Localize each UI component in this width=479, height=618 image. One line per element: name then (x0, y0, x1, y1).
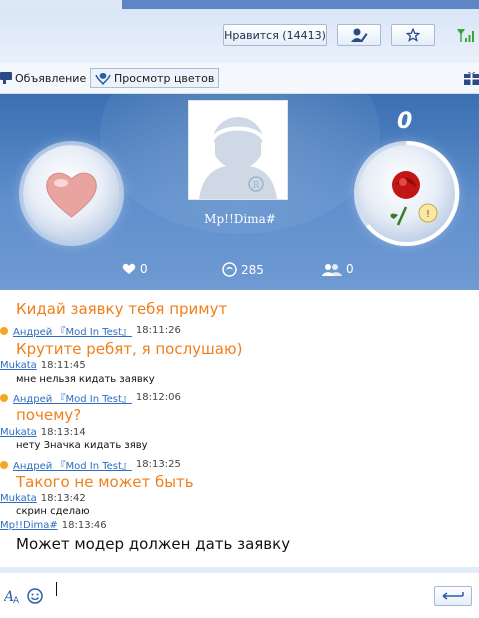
signal-icon (457, 29, 474, 42)
room-toolbar: Объявление Просмотр цветов (0, 63, 479, 94)
chat-time: 18:13:46 (61, 520, 107, 531)
room-nickname: Mp!!Dima# (204, 212, 276, 226)
heart-icon (46, 172, 97, 218)
chat-message: почему? (16, 406, 82, 424)
chat-time: 18:13:42 (40, 493, 86, 504)
chat-meta: Mukata 18:11:45 (0, 360, 86, 371)
chat-time: 18:13:25 (135, 459, 181, 470)
members-count: 0 (346, 262, 354, 276)
chat-username[interactable]: Андрей 『Mod In Test』 (13, 457, 132, 472)
heart-small-icon (122, 263, 136, 274)
send-button[interactable] (434, 586, 472, 606)
chat-meta: Андрей 『Mod In Test』 18:11:26 (0, 323, 181, 338)
members-stat: 0 (322, 262, 354, 276)
chat-username[interactable]: Mukata (0, 360, 37, 371)
chat-message: Такого не может быть (16, 473, 194, 491)
moderator-badge-icon (0, 326, 8, 335)
chat-username[interactable]: Андрей 『Mod In Test』 (13, 390, 132, 405)
chat-time: 18:12:06 (135, 392, 181, 403)
chat-meta: Андрей 『Mod In Test』 18:13:25 (0, 457, 181, 472)
message-input[interactable] (56, 582, 57, 596)
hearts-stat: 0 (122, 262, 148, 276)
heart-orb[interactable] (23, 145, 120, 242)
message-input-bar: A A (0, 573, 479, 618)
chat-meta: Андрей 『Mod In Test』 18:12:06 (0, 390, 181, 405)
chat-username[interactable]: Mp!!Dima# (0, 520, 58, 531)
chat-username[interactable]: Mukata (0, 493, 37, 504)
room-banner: R Mp!!Dima# 0 ! 0 285 0 (0, 94, 479, 290)
view-flowers-label: Просмотр цветов (114, 71, 215, 85)
flower-icon (95, 73, 111, 85)
chat-time: 18:11:26 (135, 325, 181, 336)
top-strip-accent (122, 0, 479, 9)
avatar[interactable]: R (188, 100, 288, 200)
send-icon (442, 592, 464, 600)
announcement-icon (0, 72, 12, 84)
announcement-label: Объявление (15, 71, 87, 85)
user-edit-button[interactable] (337, 24, 381, 46)
chat-time: 18:11:45 (40, 360, 86, 371)
chat-meta: Mukata 18:13:42 (0, 493, 86, 504)
chat-message: скрин сделаю (16, 506, 90, 517)
chat-meta: Mukata 18:13:14 (0, 427, 86, 438)
chat-username[interactable]: Андрей 『Mod In Test』 (13, 323, 132, 338)
view-flowers-button[interactable]: Просмотр цветов (90, 68, 220, 88)
hearts-count: 0 (140, 262, 148, 276)
gift-icon[interactable] (464, 70, 479, 85)
user-edit-icon (351, 28, 368, 42)
top-bar: Нравится (14413) (0, 0, 479, 64)
likes-button-label: Нравится (14413) (224, 28, 326, 42)
chat-time: 18:13:14 (40, 427, 86, 438)
rose-small-icon (222, 262, 237, 277)
favorite-button[interactable] (391, 24, 435, 46)
moderator-badge-icon (0, 393, 8, 402)
members-icon (322, 263, 342, 276)
gift-count: 0 (397, 109, 413, 134)
svg-text:!: ! (426, 209, 430, 220)
likes-button[interactable]: Нравится (14413) (223, 24, 327, 46)
rose-icon: ! (390, 171, 438, 226)
announcement-button[interactable]: Объявление (0, 68, 86, 88)
chat-meta: Mp!!Dima# 18:13:46 (0, 520, 107, 531)
svg-text:R: R (253, 181, 260, 191)
chat-message: Крутите ребят, я послушаю) (16, 340, 243, 358)
font-icon[interactable]: A A (4, 588, 20, 604)
chat-message: нету Значка кидать зяву (16, 440, 148, 451)
chat-username[interactable]: Mukata (0, 427, 37, 438)
chat-log[interactable]: Кидай заявку тебя примут Андрей 『Mod In … (0, 292, 479, 567)
views-count: 285 (241, 262, 264, 277)
default-avatar-icon: R (189, 101, 287, 199)
views-stat: 285 (222, 262, 264, 277)
svg-text:A: A (13, 596, 20, 604)
moderator-badge-icon (0, 460, 8, 469)
chat-message: Кидай заявку тебя примут (16, 300, 228, 318)
chat-message: Может модер должен дать заявку (16, 535, 291, 553)
rose-orb[interactable]: ! (358, 145, 455, 242)
chat-message: мне нельзя кидать заявку (16, 374, 155, 385)
star-icon (406, 28, 420, 42)
smiley-icon[interactable] (27, 588, 43, 604)
